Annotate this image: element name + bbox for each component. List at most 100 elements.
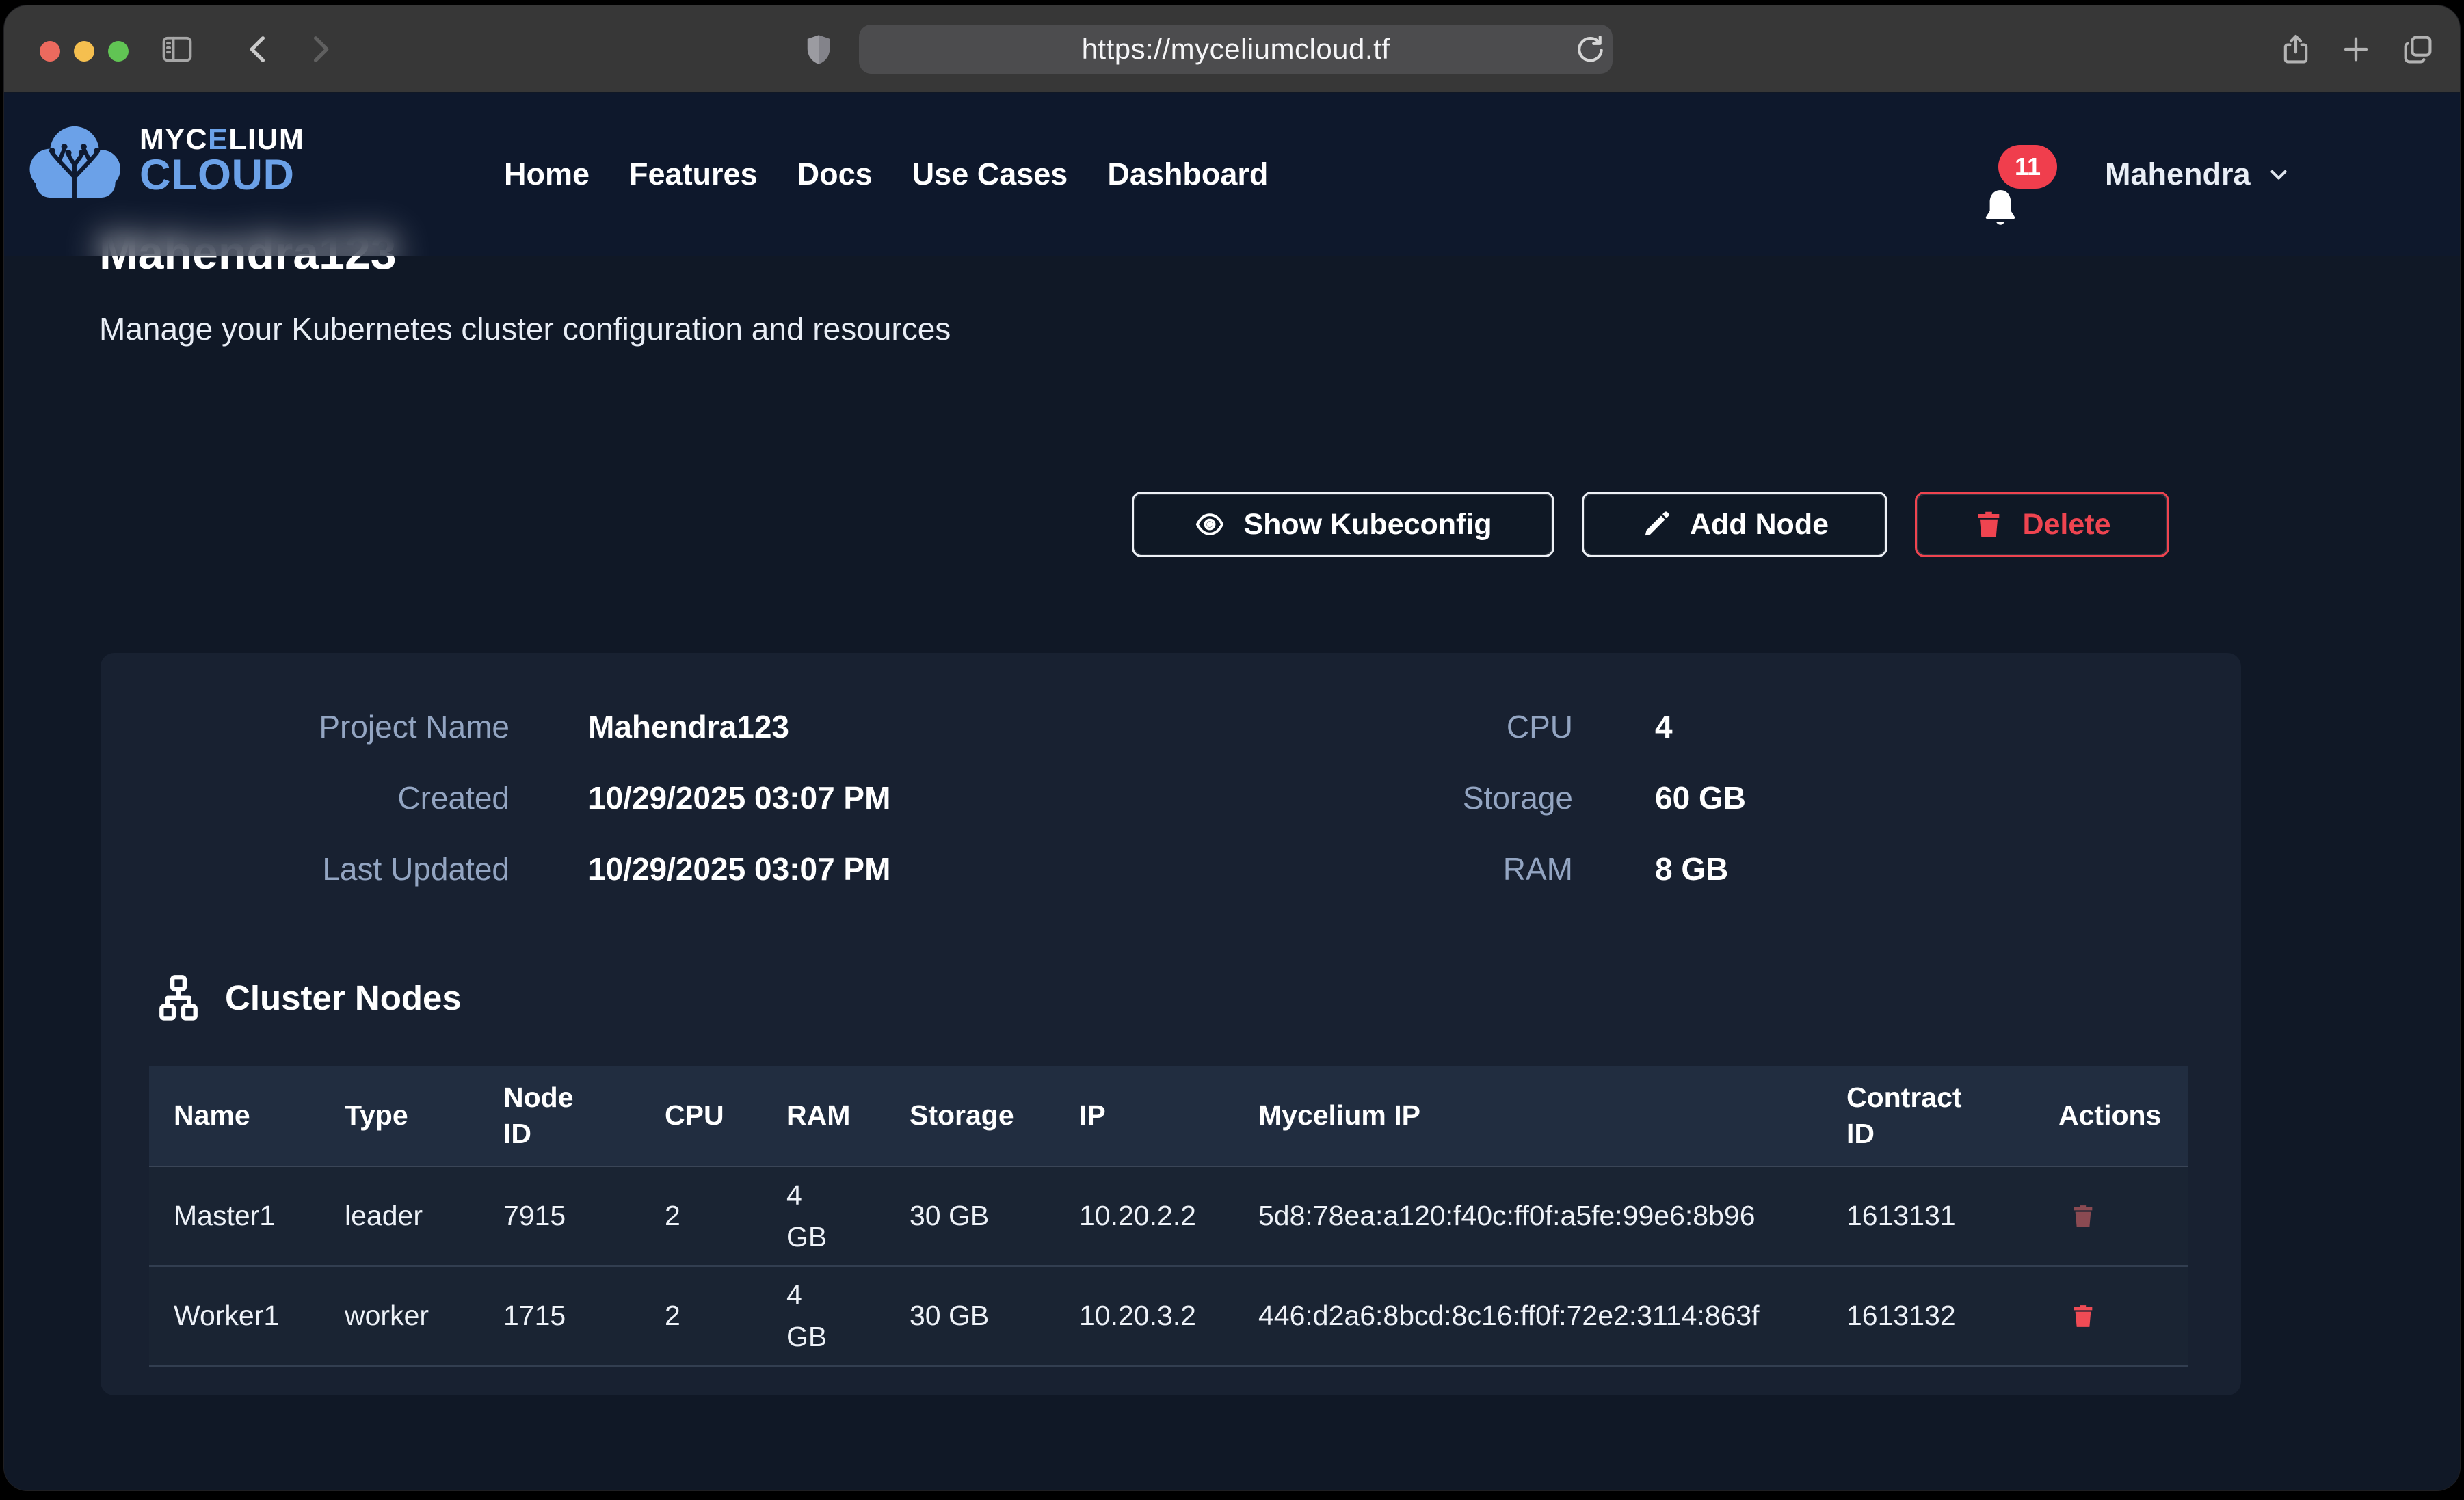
bell-icon bbox=[1978, 186, 2023, 231]
page-title-blur-ghost: Mahendra123 bbox=[99, 224, 397, 256]
network-nodes-icon bbox=[153, 972, 204, 1023]
privacy-shield-icon[interactable] bbox=[797, 28, 840, 70]
site-header: Mahendra123 bbox=[4, 93, 2460, 256]
details-right: CPU 4 Storage 60 GB RAM 8 GB bbox=[1166, 706, 1746, 889]
reload-icon[interactable] bbox=[1569, 28, 1611, 70]
cell-ip: 10.20.2.2 bbox=[1055, 1167, 1234, 1265]
cluster-actions: Show Kubeconfig Add Node Delete bbox=[1132, 492, 2169, 557]
nav-link-features[interactable]: Features bbox=[629, 157, 758, 192]
browser-window: https://myceliumcloud.tf Mahendra123 Mah… bbox=[4, 5, 2460, 1490]
mycelium-cloud-logo-icon bbox=[23, 116, 126, 204]
forward-button[interactable] bbox=[298, 28, 341, 70]
cell-ip: 10.20.3.2 bbox=[1055, 1267, 1234, 1365]
cell-ram: 4 GB bbox=[762, 1167, 885, 1265]
tab-overview-icon[interactable] bbox=[2396, 28, 2439, 70]
zoom-window-button[interactable] bbox=[108, 41, 129, 62]
detail-label: Last Updated bbox=[101, 848, 509, 889]
add-node-button[interactable]: Add Node bbox=[1582, 492, 1887, 557]
main-nav: Home Features Docs Use Cases Dashboard bbox=[504, 93, 1268, 256]
detail-value: 60 GB bbox=[1655, 777, 1746, 818]
cluster-details-card: Project Name Mahendra123 Created 10/29/2… bbox=[101, 653, 2241, 1395]
delete-node-button[interactable] bbox=[2069, 1201, 2097, 1232]
cell-storage: 30 GB bbox=[885, 1267, 1055, 1365]
cell-mycelium-ip: 446:d2a6:8bcd:8c16:ff0f:72e2:3114:863f bbox=[1234, 1267, 1822, 1365]
close-window-button[interactable] bbox=[40, 41, 60, 62]
address-bar-url: https://myceliumcloud.tf bbox=[1082, 33, 1390, 66]
col-header-storage: Storage bbox=[885, 1066, 1055, 1166]
delete-node-button[interactable] bbox=[2069, 1300, 2097, 1332]
cell-ram: 4 GB bbox=[762, 1267, 885, 1365]
detail-label: CPU bbox=[1166, 706, 1573, 747]
trash-icon bbox=[2069, 1300, 2097, 1332]
notification-count-badge: 11 bbox=[1998, 145, 2057, 189]
trash-icon bbox=[2069, 1201, 2097, 1232]
chevron-down-icon bbox=[2266, 161, 2292, 187]
nodes-table: Name Type Node ID CPU RAM Storage IP Myc… bbox=[149, 1066, 2188, 1367]
pencil-icon bbox=[1641, 509, 1672, 540]
brand-wordmark: MYCELIUM CLOUD bbox=[140, 124, 304, 196]
cell-cpu: 2 bbox=[640, 1167, 762, 1265]
cluster-nodes-heading: Cluster Nodes bbox=[153, 972, 462, 1023]
page-content: Mahendra123 Mahendra123 bbox=[4, 93, 2460, 1490]
detail-label: Project Name bbox=[101, 706, 509, 747]
show-kubeconfig-label: Show Kubeconfig bbox=[1243, 508, 1492, 541]
detail-value: Mahendra123 bbox=[588, 706, 890, 747]
delete-label: Delete bbox=[2022, 508, 2110, 541]
detail-label: RAM bbox=[1166, 848, 1573, 889]
page-subtitle: Manage your Kubernetes cluster configura… bbox=[99, 310, 951, 347]
add-node-label: Add Node bbox=[1690, 508, 1829, 541]
cell-name: Worker1 bbox=[149, 1267, 320, 1365]
share-icon[interactable] bbox=[2275, 28, 2317, 70]
col-header-ram: RAM bbox=[762, 1066, 885, 1166]
col-header-ip: IP bbox=[1055, 1066, 1234, 1166]
detail-value: 10/29/2025 03:07 PM bbox=[588, 777, 890, 818]
detail-value: 10/29/2025 03:07 PM bbox=[588, 848, 890, 889]
col-header-actions: Actions bbox=[2034, 1066, 2188, 1166]
table-row: Worker1 worker 1715 2 4 GB 30 GB 10.20.3… bbox=[149, 1267, 2188, 1367]
delete-cluster-button[interactable]: Delete bbox=[1915, 492, 2169, 557]
detail-value: 8 GB bbox=[1655, 848, 1746, 889]
cell-contract-id: 1613131 bbox=[1822, 1167, 2034, 1265]
back-button[interactable] bbox=[238, 28, 280, 70]
detail-value: 4 bbox=[1655, 706, 1746, 747]
nav-link-docs[interactable]: Docs bbox=[797, 157, 873, 192]
sidebar-toggle-icon[interactable] bbox=[156, 28, 198, 70]
cell-node-id: 7915 bbox=[479, 1167, 640, 1265]
brand-logo[interactable]: MYCELIUM CLOUD bbox=[23, 116, 304, 204]
trash-icon bbox=[1973, 509, 2004, 540]
cell-name: Master1 bbox=[149, 1167, 320, 1265]
show-kubeconfig-button[interactable]: Show Kubeconfig bbox=[1132, 492, 1554, 557]
brand-cloud: CLOUD bbox=[140, 155, 304, 196]
nav-link-use-cases[interactable]: Use Cases bbox=[912, 157, 1068, 192]
user-name: Mahendra bbox=[2105, 157, 2251, 192]
cell-storage: 30 GB bbox=[885, 1167, 1055, 1265]
col-header-contract-id: Contract ID bbox=[1822, 1066, 2034, 1166]
col-header-type: Type bbox=[320, 1066, 479, 1166]
nodes-table-header: Name Type Node ID CPU RAM Storage IP Myc… bbox=[149, 1066, 2188, 1167]
notifications-button[interactable]: 11 bbox=[1968, 160, 2050, 242]
nav-link-dashboard[interactable]: Dashboard bbox=[1107, 157, 1268, 192]
address-bar[interactable]: https://myceliumcloud.tf bbox=[859, 25, 1613, 74]
col-header-node-id: Node ID bbox=[479, 1066, 640, 1166]
detail-label: Storage bbox=[1166, 777, 1573, 818]
cell-actions bbox=[2034, 1167, 2188, 1265]
cell-actions bbox=[2034, 1267, 2188, 1365]
new-tab-icon[interactable] bbox=[2335, 28, 2377, 70]
eye-icon bbox=[1194, 509, 1226, 540]
details-left: Project Name Mahendra123 Created 10/29/2… bbox=[101, 706, 890, 889]
cell-cpu: 2 bbox=[640, 1267, 762, 1365]
table-row: Master1 leader 7915 2 4 GB 30 GB 10.20.2… bbox=[149, 1167, 2188, 1267]
cell-mycelium-ip: 5d8:78ea:a120:f40c:ff0f:a5fe:99e6:8b96 bbox=[1234, 1167, 1822, 1265]
nav-link-home[interactable]: Home bbox=[504, 157, 589, 192]
minimize-window-button[interactable] bbox=[74, 41, 94, 62]
traffic-lights bbox=[40, 41, 129, 62]
user-menu[interactable]: Mahendra bbox=[2105, 93, 2292, 256]
cell-type: worker bbox=[320, 1267, 479, 1365]
col-header-mycelium-ip: Mycelium IP bbox=[1234, 1066, 1822, 1166]
cell-node-id: 1715 bbox=[479, 1267, 640, 1365]
col-header-cpu: CPU bbox=[640, 1066, 762, 1166]
cluster-nodes-title: Cluster Nodes bbox=[225, 978, 462, 1018]
cell-type: leader bbox=[320, 1167, 479, 1265]
browser-toolbar: https://myceliumcloud.tf bbox=[4, 5, 2460, 92]
col-header-name: Name bbox=[149, 1066, 320, 1166]
